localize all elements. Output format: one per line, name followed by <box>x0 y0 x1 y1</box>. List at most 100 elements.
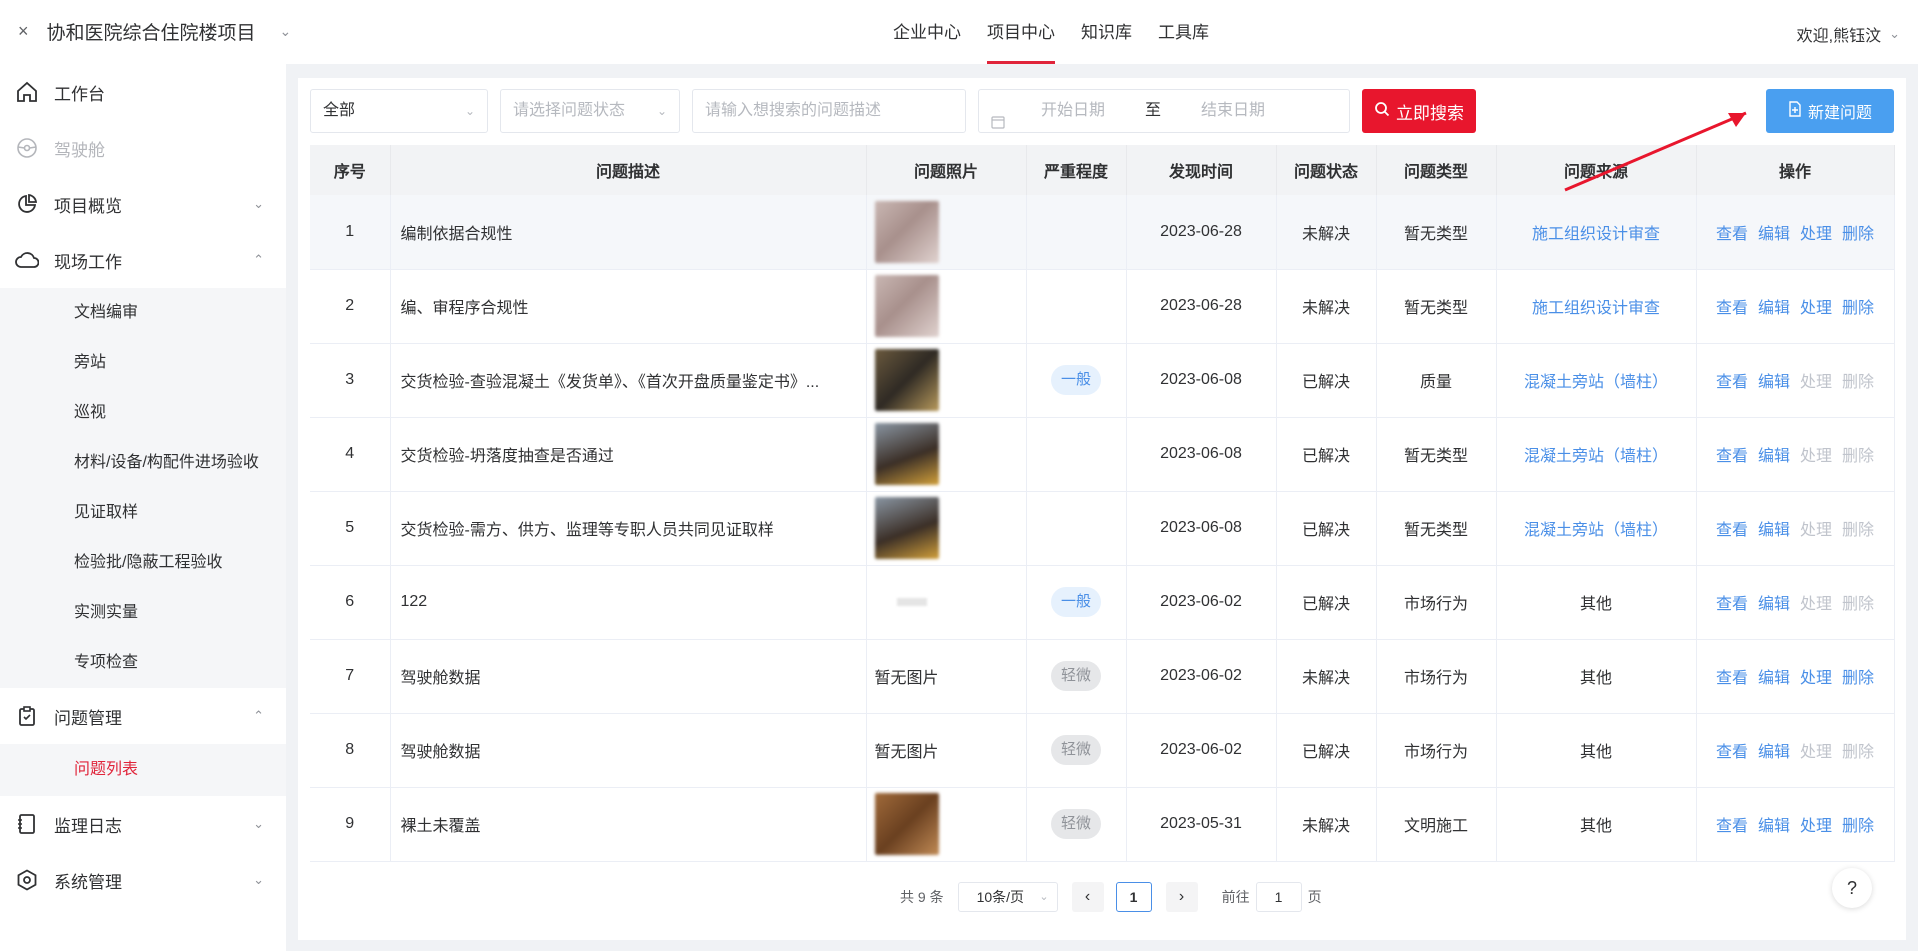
sidebar-sub-batch-acceptance[interactable]: 检验批/隐蔽工程验收 <box>0 538 286 588</box>
sidebar-sub-inspection[interactable]: 巡视 <box>0 388 286 438</box>
issue-photo-thumbnail[interactable] <box>874 200 939 263</box>
project-switcher[interactable]: × 协和医院综合住院楼项目 ⌄ <box>18 18 291 45</box>
nav-enterprise-center[interactable]: 企业中心 <box>880 0 974 64</box>
next-page-button[interactable]: › <box>1165 882 1198 912</box>
description-search-input[interactable]: 请输入想搜索的问题描述 <box>692 89 966 133</box>
cell-severity <box>1026 491 1127 566</box>
cell-severity <box>1026 417 1127 492</box>
issue-photo-thumbnail[interactable] <box>874 349 939 411</box>
process-button[interactable]: 处理 <box>1800 818 1832 835</box>
page-number-current[interactable]: 1 <box>1115 882 1152 912</box>
source-link[interactable]: 混凝土旁站（墙柱） <box>1524 374 1668 391</box>
table-header-row: 序号 问题描述 问题照片 严重程度 发现时间 问题状态 问题类型 问题来源 操作 <box>310 145 1895 195</box>
cell-description: 驾驶舱数据 <box>390 713 867 788</box>
edit-button[interactable]: 编辑 <box>1758 374 1790 391</box>
view-button[interactable]: 查看 <box>1716 744 1748 761</box>
sidebar-sub-material-acceptance[interactable]: 材料/设备/构配件进场验收 <box>0 438 286 488</box>
date-range-picker[interactable]: 开始日期 至 结束日期 <box>978 89 1350 133</box>
user-menu[interactable]: 欢迎,熊钰汶 ⌄ <box>1797 22 1900 46</box>
view-button[interactable]: 查看 <box>1716 374 1748 391</box>
edit-button[interactable]: 编辑 <box>1758 596 1790 613</box>
source-link[interactable]: 施工组织设计审查 <box>1532 300 1660 317</box>
issue-photo-thumbnail[interactable] <box>896 598 927 606</box>
view-button[interactable]: 查看 <box>1716 226 1748 243</box>
cell-photo <box>866 491 1027 566</box>
sidebar-item-label: 系统管理 <box>54 872 122 892</box>
edit-button[interactable]: 编辑 <box>1758 448 1790 465</box>
delete-button[interactable]: 删除 <box>1842 226 1874 243</box>
process-button[interactable]: 处理 <box>1800 300 1832 317</box>
view-button[interactable]: 查看 <box>1716 300 1748 317</box>
issue-photo-thumbnail[interactable] <box>874 275 939 337</box>
cell-no: 4 <box>310 417 391 492</box>
view-button[interactable]: 查看 <box>1716 670 1748 687</box>
cell-photo: 暂无图片 <box>866 639 1027 714</box>
delete-button[interactable]: 删除 <box>1842 670 1874 687</box>
view-button[interactable]: 查看 <box>1716 522 1748 539</box>
cell-description: 编、审程序合规性 <box>390 269 867 344</box>
cell-type: 暂无类型 <box>1376 491 1497 566</box>
source-text: 其他 <box>1579 744 1612 761</box>
sidebar-item-cockpit[interactable]: 驾驶舱 <box>0 120 286 176</box>
col-header-actions: 操作 <box>1696 145 1895 195</box>
sidebar-item-system-management[interactable]: 系统管理 ⌄ <box>0 852 286 908</box>
close-icon[interactable]: × <box>18 21 29 42</box>
source-link[interactable]: 混凝土旁站（墙柱） <box>1524 522 1668 539</box>
issue-photo-thumbnail[interactable] <box>874 497 939 559</box>
status-select[interactable]: 请选择问题状态 ⌄ <box>500 89 680 133</box>
page-size-select[interactable]: 10条/页 ⌄ <box>957 882 1058 912</box>
sidebar-item-overview[interactable]: 项目概览 ⌄ <box>0 176 286 232</box>
sidebar-sub-measurement[interactable]: 实测实量 <box>0 588 286 638</box>
process-button[interactable]: 处理 <box>1800 670 1832 687</box>
scope-select[interactable]: 全部 ⌄ <box>310 89 488 133</box>
sidebar-item-label: 项目概览 <box>54 196 122 216</box>
view-button[interactable]: 查看 <box>1716 818 1748 835</box>
table-row: 6 122 一般 2023-06-02 已解决 市场行为 其他 查看 编辑 处理 删除 <box>310 565 1895 640</box>
process-button[interactable]: 处理 <box>1800 226 1832 243</box>
sidebar-item-supervision-log[interactable]: 监理日志 ⌄ <box>0 796 286 852</box>
edit-button[interactable]: 编辑 <box>1758 300 1790 317</box>
issue-photo-thumbnail[interactable] <box>874 793 939 855</box>
view-button[interactable]: 查看 <box>1716 596 1748 613</box>
new-issue-button[interactable]: 新建问题 <box>1766 89 1894 133</box>
sidebar-sub-witness-sampling[interactable]: 见证取样 <box>0 488 286 538</box>
sidebar-item-field-work[interactable]: 现场工作 ⌃ <box>0 232 286 288</box>
delete-button[interactable]: 删除 <box>1842 300 1874 317</box>
sidebar-item-workbench[interactable]: 工作台 <box>0 64 286 120</box>
sidebar-sub-side-station[interactable]: 旁站 <box>0 338 286 388</box>
delete-button[interactable]: 删除 <box>1842 818 1874 835</box>
start-date-placeholder[interactable]: 开始日期 <box>1041 90 1105 132</box>
goto-page-input[interactable]: 1 <box>1255 882 1302 912</box>
edit-button[interactable]: 编辑 <box>1758 226 1790 243</box>
nav-tool-library[interactable]: 工具库 <box>1145 0 1222 64</box>
cell-actions: 查看 编辑 处理 删除 <box>1696 491 1895 566</box>
issue-table: 序号 问题描述 问题照片 严重程度 发现时间 问题状态 问题类型 问题来源 操作… <box>310 145 1895 862</box>
source-link[interactable]: 混凝土旁站（墙柱） <box>1524 448 1668 465</box>
chevron-down-icon[interactable]: ⌄ <box>280 23 292 40</box>
edit-button[interactable]: 编辑 <box>1758 744 1790 761</box>
issue-photo-thumbnail[interactable] <box>874 423 939 485</box>
end-date-placeholder[interactable]: 结束日期 <box>1201 90 1265 132</box>
edit-button[interactable]: 编辑 <box>1758 522 1790 539</box>
delete-button: 删除 <box>1842 744 1875 761</box>
view-button[interactable]: 查看 <box>1716 448 1748 465</box>
search-button[interactable]: 立即搜索 <box>1362 89 1476 133</box>
cell-status: 未解决 <box>1276 639 1377 714</box>
nav-knowledge-base[interactable]: 知识库 <box>1068 0 1145 64</box>
sidebar-sub-special-check[interactable]: 专项检查 <box>0 638 286 688</box>
edit-button[interactable]: 编辑 <box>1758 670 1790 687</box>
cell-found-time: 2023-06-02 <box>1126 713 1277 788</box>
cell-description: 交货检验-需方、供方、监理等专职人员共同见证取样 <box>390 491 867 566</box>
sidebar-sub-issue-list[interactable]: 问题列表 <box>0 744 286 796</box>
sidebar-item-issue-management[interactable]: 问题管理 ⌃ <box>0 688 286 744</box>
cell-no: 1 <box>310 195 391 270</box>
help-button[interactable]: ? <box>1832 868 1872 908</box>
nav-project-center[interactable]: 项目中心 <box>974 0 1068 64</box>
cell-description: 交货检验-查验混凝土《发货单》、《首次开盘质量鉴定书》... <box>390 343 867 418</box>
sidebar-item-label: 问题管理 <box>54 708 122 728</box>
sidebar-sub-doc-review[interactable]: 文档编审 <box>0 288 286 338</box>
prev-page-button[interactable]: ‹ <box>1071 882 1104 912</box>
project-name[interactable]: 协和医院综合住院楼项目 <box>47 18 256 45</box>
source-link[interactable]: 施工组织设计审查 <box>1532 226 1660 243</box>
edit-button[interactable]: 编辑 <box>1758 818 1790 835</box>
